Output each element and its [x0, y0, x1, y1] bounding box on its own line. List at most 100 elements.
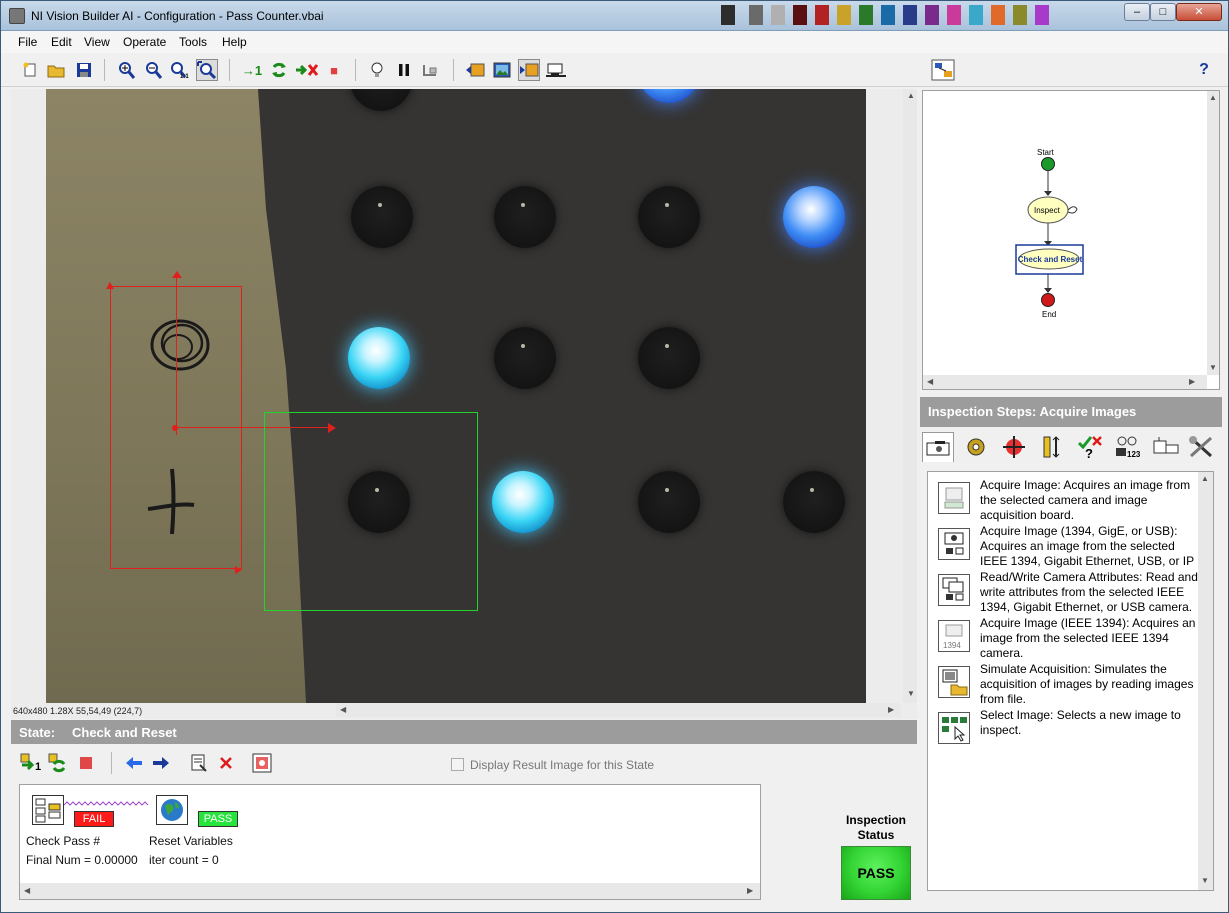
- state-run-loop-icon[interactable]: [47, 752, 69, 774]
- start-node-icon[interactable]: [1041, 157, 1055, 171]
- steps-horizontal-scrollbar[interactable]: ◀ ▶: [20, 883, 760, 899]
- list-item-acquire-image[interactable]: Acquire Image: Acquires an image from th…: [938, 478, 1208, 522]
- menu-help[interactable]: Help: [222, 35, 247, 49]
- state-toolbar: 1 Display Result Image for this State: [11, 744, 917, 782]
- main-toolbar: 1:1 →1 ■ ?: [1, 53, 1228, 87]
- menu-operate[interactable]: Operate: [123, 35, 166, 49]
- acquire-image-icon[interactable]: [545, 59, 567, 81]
- list-item-text: Acquire Image (IEEE 1394): Acquires an i…: [980, 616, 1196, 660]
- save-icon[interactable]: [73, 59, 95, 81]
- current-image-icon[interactable]: [491, 59, 513, 81]
- stop-icon[interactable]: ■: [323, 59, 345, 81]
- menu-tools[interactable]: Tools: [179, 35, 207, 49]
- tools-tab-icon[interactable]: [1186, 432, 1218, 462]
- next-image-icon[interactable]: [518, 59, 540, 81]
- simulate-acquisition-icon: [938, 666, 970, 698]
- title-bar: NI Vision Builder AI - Configuration - P…: [1, 1, 1228, 31]
- app-icon: [9, 8, 25, 24]
- camera-image[interactable]: [46, 89, 866, 703]
- state-run-once-icon[interactable]: 1: [19, 752, 45, 774]
- stop-label: ■: [330, 62, 338, 78]
- move-step-right-icon[interactable]: [150, 752, 172, 774]
- pause-icon[interactable]: [393, 59, 415, 81]
- image-horizontal-scrollbar[interactable]: ◀ ▶: [336, 703, 901, 717]
- list-item-select-image[interactable]: Select Image: Selects a new image to ins…: [938, 708, 1208, 752]
- run-once-label: →1: [241, 62, 263, 78]
- diagram-vertical-scrollbar[interactable]: ▲ ▼: [1207, 91, 1219, 375]
- inspection-steps-list: Acquire Image: Acquires an image from th…: [927, 471, 1214, 891]
- list-item-simulate-acquisition[interactable]: Simulate Acquisition: Simulates the acqu…: [938, 662, 1208, 706]
- state-stop-icon[interactable]: [75, 752, 97, 774]
- start-label: Start: [1037, 148, 1054, 157]
- camera-attributes-icon: [938, 574, 970, 606]
- state-diagram-icon[interactable]: [929, 59, 957, 81]
- end-label: End: [1042, 310, 1057, 319]
- menu-edit[interactable]: Edit: [51, 35, 72, 49]
- move-step-left-icon[interactable]: [123, 752, 145, 774]
- inspection-status-indicator: PASS: [841, 846, 911, 900]
- use-additional-tools-tab-icon[interactable]: [1150, 432, 1182, 462]
- help-icon[interactable]: ?: [1193, 59, 1215, 81]
- select-image-icon: [938, 712, 970, 744]
- roi-arrow-up-icon: [172, 271, 182, 278]
- check-pass-step-icon[interactable]: [32, 795, 64, 825]
- identify-parts-tab-icon[interactable]: 123: [1112, 432, 1144, 462]
- state-steps-panel: FAIL PASS Check Pass # Final Num = 0.000…: [19, 784, 761, 900]
- step-category-tabs: ? 123: [920, 429, 1222, 465]
- check-pass-fail-badge: FAIL: [74, 811, 114, 827]
- menu-view[interactable]: View: [84, 35, 110, 49]
- inspect-label: Inspect: [1034, 206, 1060, 215]
- enhance-images-tab-icon[interactable]: [960, 432, 992, 462]
- display-result-checkbox[interactable]: [451, 758, 464, 771]
- previous-image-icon[interactable]: [464, 59, 486, 81]
- measure-features-tab-icon[interactable]: [1036, 432, 1068, 462]
- zoom-fit-icon[interactable]: [196, 59, 218, 81]
- inspection-status-label: Inspection Status: [845, 813, 906, 842]
- svg-text:1: 1: [35, 761, 41, 773]
- edit-step-icon[interactable]: [188, 752, 210, 774]
- state-diagram-panel[interactable]: Start Inspect Check and Reset End ▲ ▼ ◀ …: [922, 90, 1220, 390]
- state-diagram: [1015, 157, 1084, 307]
- svg-text:1:1: 1:1: [180, 74, 189, 79]
- reset-variables-step-name: Reset Variables: [149, 834, 233, 848]
- locate-features-tab-icon[interactable]: [998, 432, 1030, 462]
- run-continuous-icon[interactable]: [268, 59, 290, 81]
- zoom-out-icon[interactable]: [142, 59, 164, 81]
- step-connector: [64, 801, 149, 806]
- open-folder-icon[interactable]: [45, 59, 67, 81]
- check-pass-step-name: Check Pass #: [26, 834, 101, 848]
- image-vertical-scrollbar[interactable]: ▲ ▼: [903, 89, 917, 703]
- new-file-icon[interactable]: [19, 59, 41, 81]
- image-display-panel[interactable]: ▲ ▼ ◀ ▶ 640x480 1.28X 55,54,49 (224,7): [11, 89, 917, 719]
- menu-file[interactable]: File: [18, 35, 37, 49]
- maximize-button[interactable]: □: [1150, 3, 1176, 21]
- reset-variables-pass-badge: PASS: [198, 811, 238, 827]
- run-once-icon[interactable]: →1: [239, 59, 265, 81]
- diagram-horizontal-scrollbar[interactable]: ◀ ▶: [923, 375, 1207, 389]
- state-settings-icon[interactable]: [251, 752, 273, 774]
- acquire-images-tab-icon[interactable]: [922, 432, 954, 462]
- app-window: NI Vision Builder AI - Configuration - P…: [0, 0, 1229, 913]
- step-over-icon[interactable]: [419, 59, 441, 81]
- svg-text:123: 123: [1127, 450, 1141, 459]
- list-item-acquire-image-ieee-1394[interactable]: 1394 Acquire Image (IEEE 1394): Acquires…: [938, 616, 1208, 660]
- zoom-in-icon[interactable]: [115, 59, 137, 81]
- zoom-1to1-icon[interactable]: 1:1: [168, 59, 190, 81]
- list-item-read-write-camera-attributes[interactable]: Read/Write Camera Attributes: Read and w…: [938, 570, 1208, 614]
- reset-variables-step-icon[interactable]: [156, 795, 188, 825]
- close-button[interactable]: ✕: [1176, 3, 1222, 21]
- run-fail-icon[interactable]: [294, 59, 320, 81]
- list-item-acquire-image-1394-gige-usb[interactable]: Acquire Image (1394, GigE, or USB): Acqu…: [938, 524, 1208, 568]
- inspection-steps-title: Inspection Steps: Acquire Images: [928, 404, 1137, 419]
- check-features-tab-icon[interactable]: ?: [1074, 432, 1106, 462]
- highlight-bulb-icon[interactable]: [366, 59, 388, 81]
- end-node-icon[interactable]: [1041, 293, 1055, 307]
- image-status-text: 640x480 1.28X 55,54,49 (224,7): [13, 706, 143, 716]
- roi-corner-arrow-icon: [235, 566, 242, 574]
- list-item-text: Acquire Image (1394, GigE, or USB): Acqu…: [980, 524, 1194, 568]
- green-roi-rectangle[interactable]: [264, 412, 478, 611]
- list-item-text: Acquire Image: Acquires an image from th…: [980, 478, 1191, 522]
- minimize-button[interactable]: –: [1124, 3, 1150, 21]
- steps-list-scrollbar[interactable]: ▲ ▼: [1198, 472, 1213, 890]
- delete-step-icon[interactable]: [215, 752, 237, 774]
